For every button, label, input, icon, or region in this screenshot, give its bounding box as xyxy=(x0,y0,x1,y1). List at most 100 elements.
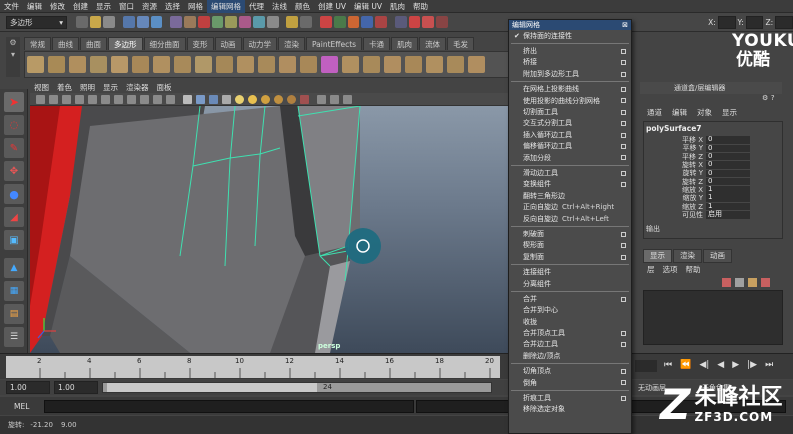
attr-value[interactable]: 0 xyxy=(706,177,750,186)
option-box-icon[interactable] xyxy=(621,380,626,386)
menu-item[interactable]: 合并边工具 xyxy=(509,339,631,350)
close-icon[interactable]: ⊠ xyxy=(622,20,628,30)
tab-muscle[interactable]: 肌肉 xyxy=(391,37,419,50)
bridge-icon[interactable] xyxy=(363,56,380,73)
poly-plane-icon[interactable] xyxy=(111,56,128,73)
panel-menu-view[interactable]: 视图 xyxy=(30,82,53,93)
tab-deformation[interactable]: 变形 xyxy=(186,37,214,50)
range-current-field[interactable]: 1.00 xyxy=(54,381,98,394)
menu-file[interactable]: 文件 xyxy=(0,0,23,13)
option-box-icon[interactable] xyxy=(621,330,626,336)
xray-icon[interactable] xyxy=(317,94,326,104)
textured-icon[interactable] xyxy=(222,94,231,104)
mask-curves-icon[interactable] xyxy=(197,16,210,28)
menu-color[interactable]: 颜色 xyxy=(291,0,314,13)
panel-menu-shading[interactable]: 着色 xyxy=(53,82,76,93)
layer-menu-options[interactable]: 选项 xyxy=(659,264,682,275)
flat-lighting-icon[interactable] xyxy=(287,94,296,104)
range-bar[interactable]: 1 24 xyxy=(102,382,492,393)
safe-action-icon[interactable] xyxy=(153,94,162,104)
menu-title-bar[interactable]: 编辑网格 ⊠ xyxy=(509,20,631,30)
attr-value[interactable]: 0 xyxy=(706,161,750,169)
poly-pipe-icon[interactable] xyxy=(195,56,212,73)
play-forward-icon[interactable]: ▶ xyxy=(732,360,739,370)
backface-icon[interactable] xyxy=(343,94,352,104)
menu-item[interactable]: 添加分段 xyxy=(509,152,631,163)
lock-selection-icon[interactable] xyxy=(286,16,299,28)
option-box-icon[interactable] xyxy=(621,170,626,176)
attr-scale-x[interactable]: 缩放 X1 xyxy=(644,186,782,194)
menu-edit-uvs[interactable]: 编辑 UV xyxy=(350,0,386,13)
cb-menu-channels[interactable]: 通道 xyxy=(642,107,667,118)
field-x-input[interactable] xyxy=(717,15,736,29)
tab-fluids[interactable]: 流体 xyxy=(419,37,447,50)
option-box-icon[interactable] xyxy=(621,87,626,93)
inputs-label[interactable]: 输出 xyxy=(644,219,782,234)
menu-item[interactable]: ✔ 保持面的连接性 xyxy=(509,30,631,41)
highlight-selection-icon[interactable] xyxy=(300,16,313,28)
safe-title-icon[interactable] xyxy=(166,94,175,104)
menu-item[interactable]: 楔形面 xyxy=(509,240,631,251)
option-box-icon[interactable] xyxy=(621,48,626,54)
make-live-icon[interactable] xyxy=(375,16,387,28)
tab-general[interactable]: 常规 xyxy=(24,37,51,50)
scale-tool-button[interactable]: ◢ xyxy=(4,207,24,227)
attr-translate-y[interactable]: 平移 Y0 xyxy=(644,144,782,152)
select-object-icon[interactable] xyxy=(136,16,149,28)
image-plane-icon[interactable] xyxy=(75,94,84,104)
menu-item[interactable]: 翻转三角形边 xyxy=(509,190,631,201)
select-tool-button[interactable]: ➤ xyxy=(4,92,24,112)
snap-curve-icon[interactable] xyxy=(333,16,346,28)
ipr-render-icon[interactable] xyxy=(422,16,435,28)
attr-rotate-x[interactable]: 旋转 X0 xyxy=(644,161,782,169)
insert-loop-icon[interactable] xyxy=(426,56,443,73)
time-slider[interactable]: 2 4 6 8 10 12 14 16 18 20 ⏮ ⏪ ◀| ◀ ▶ |▶ … xyxy=(0,353,793,379)
option-box-icon[interactable] xyxy=(621,98,626,104)
current-frame-field[interactable] xyxy=(635,360,657,372)
menu-help[interactable]: 帮助 xyxy=(409,0,432,13)
snap-grid-icon[interactable] xyxy=(319,16,332,28)
option-box-icon[interactable] xyxy=(621,395,626,401)
cb-menu-show[interactable]: 显示 xyxy=(717,107,742,118)
option-box-icon[interactable] xyxy=(621,296,626,302)
select-component-icon[interactable] xyxy=(150,16,163,28)
option-box-icon[interactable] xyxy=(621,121,626,127)
selected-light-icon[interactable] xyxy=(261,94,270,104)
option-box-icon[interactable] xyxy=(621,60,626,66)
menu-item[interactable]: 桥接 xyxy=(509,57,631,68)
option-box-icon[interactable] xyxy=(621,243,626,249)
poly-pyramid-icon[interactable] xyxy=(174,56,191,73)
menu-item[interactable]: 切角顶点 xyxy=(509,366,631,377)
mask-misc-icon[interactable] xyxy=(266,16,279,28)
render-frame-icon[interactable] xyxy=(408,16,421,28)
attr-translate-x[interactable]: 平移 X0 xyxy=(644,136,782,144)
new-layer-selected-icon[interactable] xyxy=(735,278,744,287)
menu-item[interactable]: 在网格上投影曲线 xyxy=(509,84,631,95)
gear-icon[interactable]: ⚙ xyxy=(762,94,768,102)
step-back-frame-icon[interactable]: ◀| xyxy=(699,360,709,370)
menu-window[interactable]: 窗口 xyxy=(115,0,138,13)
option-box-icon[interactable] xyxy=(621,155,626,161)
mask-deform-icon[interactable] xyxy=(225,16,238,28)
option-box-icon[interactable] xyxy=(621,71,626,77)
go-to-start-icon[interactable]: ⏮ xyxy=(664,360,672,370)
option-box-icon[interactable] xyxy=(621,231,626,237)
play-backward-icon[interactable]: ◀ xyxy=(717,360,724,370)
mask-surfaces-icon[interactable] xyxy=(211,16,224,28)
poly-soccer-icon[interactable] xyxy=(237,56,254,73)
step-back-key-icon[interactable]: ⏪ xyxy=(680,360,691,370)
attr-visibility[interactable]: 可见性 启用 xyxy=(644,211,782,219)
film-gate-icon[interactable] xyxy=(101,94,110,104)
perspective-viewport[interactable]: persp xyxy=(30,106,510,353)
tab-surfaces[interactable]: 曲面 xyxy=(80,37,107,50)
menu-item[interactable]: 偏移循环边工具 xyxy=(509,141,631,152)
gate-mask-icon[interactable] xyxy=(127,94,136,104)
layout-single-button[interactable]: ▲ xyxy=(4,258,24,278)
attr-value[interactable]: 1 xyxy=(706,186,750,194)
history-icon[interactable] xyxy=(394,16,407,28)
option-box-icon[interactable] xyxy=(621,182,626,188)
menu-select[interactable]: 选择 xyxy=(161,0,184,13)
field-y-input[interactable] xyxy=(745,15,764,29)
menu-item[interactable]: 分离组件 xyxy=(509,278,631,289)
manipulator-tool-button[interactable]: ▣ xyxy=(4,230,24,250)
